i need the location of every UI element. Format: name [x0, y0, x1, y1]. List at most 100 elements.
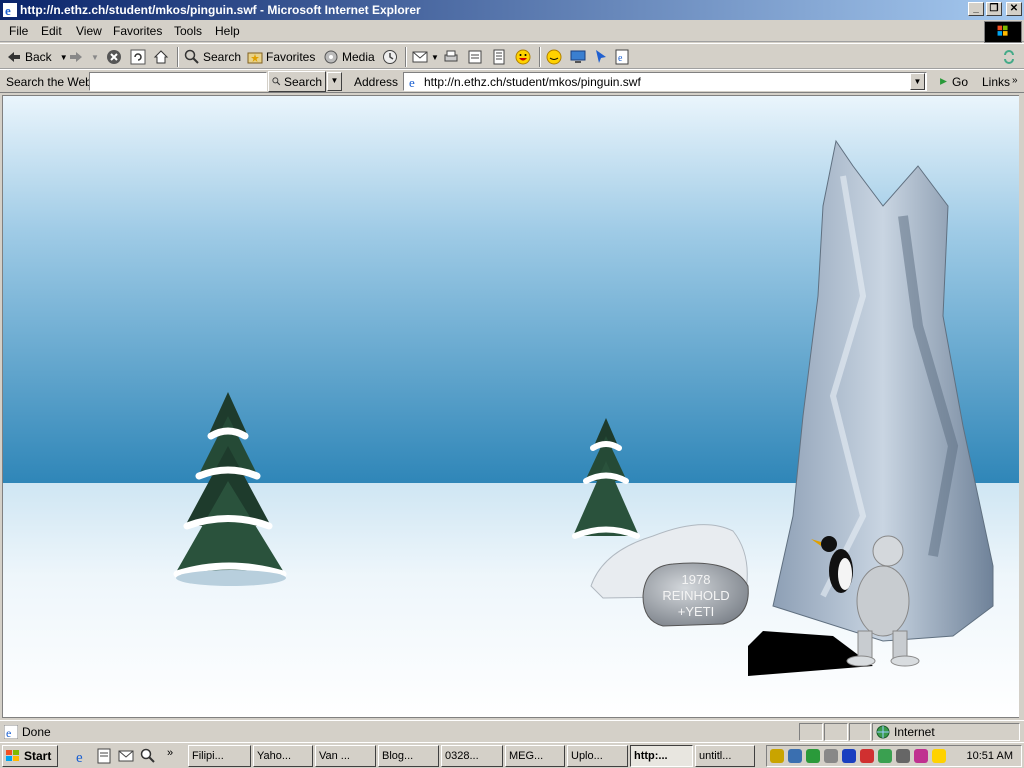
flash-content[interactable]: 1978 REINHOLD +YETI — [2, 95, 1021, 718]
start-button[interactable]: Start — [2, 745, 58, 767]
quicklaunch-chevron-icon[interactable]: » — [167, 747, 173, 759]
outlook-quicklaunch-icon[interactable] — [118, 748, 134, 764]
penguin-scene[interactable]: 1978 REINHOLD +YETI — [3, 96, 1020, 717]
forward-dropdown-icon[interactable]: ▼ — [91, 53, 99, 62]
menu-file[interactable]: File — [9, 24, 28, 38]
zone-text: Internet — [894, 725, 935, 739]
windows-flag-icon — [6, 750, 19, 761]
forward-button[interactable]: ▼ — [68, 48, 99, 66]
search-web-input[interactable] — [89, 72, 267, 91]
ie-page-button[interactable]: e — [614, 48, 633, 66]
favorites-button[interactable]: Favorites — [247, 48, 315, 66]
home-icon — [153, 50, 169, 64]
menu-help[interactable]: Help — [215, 24, 240, 38]
yahoo-messenger-button[interactable] — [546, 48, 565, 66]
maximize-button[interactable]: ❐ — [986, 2, 1002, 16]
menu-edit[interactable]: Edit — [41, 24, 62, 38]
status-text-cell: e Done — [0, 723, 798, 741]
sync-tray-icon[interactable] — [878, 749, 892, 763]
toolbar-separator — [405, 47, 407, 67]
vertical-scrollbar[interactable] — [1019, 95, 1022, 718]
messenger-button[interactable] — [515, 48, 534, 66]
media-label: Media — [342, 50, 375, 64]
favorites-folder-icon — [247, 52, 263, 64]
windows-logo-icon — [984, 21, 1022, 43]
stop-button[interactable] — [106, 48, 125, 66]
go-button[interactable]: Go — [934, 71, 972, 92]
task-button[interactable]: Blog... — [378, 745, 439, 767]
back-dropdown-icon[interactable]: ▼ — [60, 53, 68, 62]
messenger-tray-icon[interactable] — [842, 749, 856, 763]
printer-tray-icon[interactable] — [896, 749, 910, 763]
ie-page-icon: e — [407, 75, 421, 89]
rock-yeti: +YETI — [678, 604, 715, 619]
media-button[interactable]: Media — [323, 48, 375, 66]
status-bar: e Done Internet — [0, 720, 1024, 742]
search-web-button[interactable]: Search — [268, 71, 326, 92]
menu-view[interactable]: View — [76, 24, 102, 38]
search-toolbar-button[interactable]: Search — [184, 48, 241, 66]
minimize-button[interactable]: _ — [968, 2, 984, 16]
history-button[interactable] — [382, 48, 401, 66]
clock[interactable]: 10:51 AM — [967, 750, 1013, 762]
discuss-icon — [493, 49, 505, 65]
edit-page-icon — [468, 50, 482, 64]
edit-button[interactable] — [467, 48, 486, 66]
address-url: http://n.ethz.ch/student/mkos/pinguin.sw… — [424, 75, 641, 89]
search-quicklaunch-icon[interactable] — [140, 748, 156, 764]
notepad-quicklaunch-icon[interactable] — [96, 748, 112, 764]
network-tray-icon[interactable] — [788, 749, 802, 763]
refresh-button[interactable] — [130, 48, 149, 66]
task-label: Uplo... — [571, 750, 603, 762]
task-button-active[interactable]: http:... — [630, 745, 693, 767]
title-bar[interactable]: e http://n.ethz.ch/student/mkos/pinguin.… — [0, 0, 1024, 20]
task-button[interactable]: Yaho... — [253, 745, 313, 767]
task-button[interactable]: untitl... — [695, 745, 755, 767]
task-button[interactable]: Uplo... — [567, 745, 628, 767]
smiley-tray-icon[interactable] — [932, 749, 946, 763]
menu-favorites[interactable]: Favorites — [113, 24, 162, 38]
rock-year: 1978 — [682, 572, 711, 587]
monitor-icon — [570, 50, 586, 63]
toolbar-separator — [539, 47, 541, 67]
monitor-button[interactable] — [570, 48, 589, 66]
menu-tools[interactable]: Tools — [174, 24, 202, 38]
security-tray-icon[interactable] — [860, 749, 874, 763]
media-tray-icon[interactable] — [914, 749, 928, 763]
task-button[interactable]: 0328... — [441, 745, 503, 767]
svg-text:e: e — [409, 75, 415, 89]
search-dropdown-button[interactable]: ▼ — [327, 72, 342, 91]
links-chevron-icon[interactable]: » — [1012, 75, 1018, 86]
volume-tray-icon[interactable] — [770, 749, 784, 763]
forward-arrow-icon — [70, 52, 82, 62]
links-label[interactable]: Links — [982, 75, 1010, 89]
stop-icon — [107, 50, 121, 64]
address-dropdown-button[interactable]: ▼ — [910, 73, 925, 90]
print-button[interactable] — [443, 48, 462, 66]
back-button[interactable]: Back ▼ — [6, 48, 68, 66]
zone-panel[interactable]: Internet — [872, 723, 1020, 741]
ie-page-icon: e — [4, 725, 18, 739]
task-button[interactable]: MEG... — [505, 745, 565, 767]
smiley-face-icon — [546, 49, 562, 65]
home-button[interactable] — [153, 48, 172, 66]
mail-dropdown-icon[interactable]: ▼ — [431, 53, 439, 62]
address-input[interactable]: e http://n.ethz.ch/student/mkos/pinguin.… — [403, 72, 927, 91]
task-label: Van ... — [319, 750, 350, 762]
magnifier-icon — [184, 49, 199, 64]
cursor-button[interactable] — [593, 48, 612, 66]
address-label: Address — [354, 75, 399, 89]
close-button[interactable]: ✕ — [1006, 2, 1022, 16]
task-button[interactable]: Van ... — [315, 745, 376, 767]
task-label: Filipi... — [192, 750, 224, 762]
discuss-button[interactable] — [491, 48, 510, 66]
standard-toolbar: Back ▼ ▼ Search Favorites Media ▼ e — [0, 43, 1024, 69]
device-tray-icon[interactable] — [824, 749, 838, 763]
svg-text:e: e — [76, 750, 83, 764]
mail-button[interactable]: ▼ — [412, 48, 439, 66]
task-button[interactable]: Filipi... — [188, 745, 251, 767]
ie-quicklaunch-icon[interactable]: e — [74, 748, 90, 764]
back-arrow-icon — [8, 52, 20, 62]
antivirus-tray-icon[interactable] — [806, 749, 820, 763]
toolbar-overflow[interactable] — [1001, 48, 1020, 66]
